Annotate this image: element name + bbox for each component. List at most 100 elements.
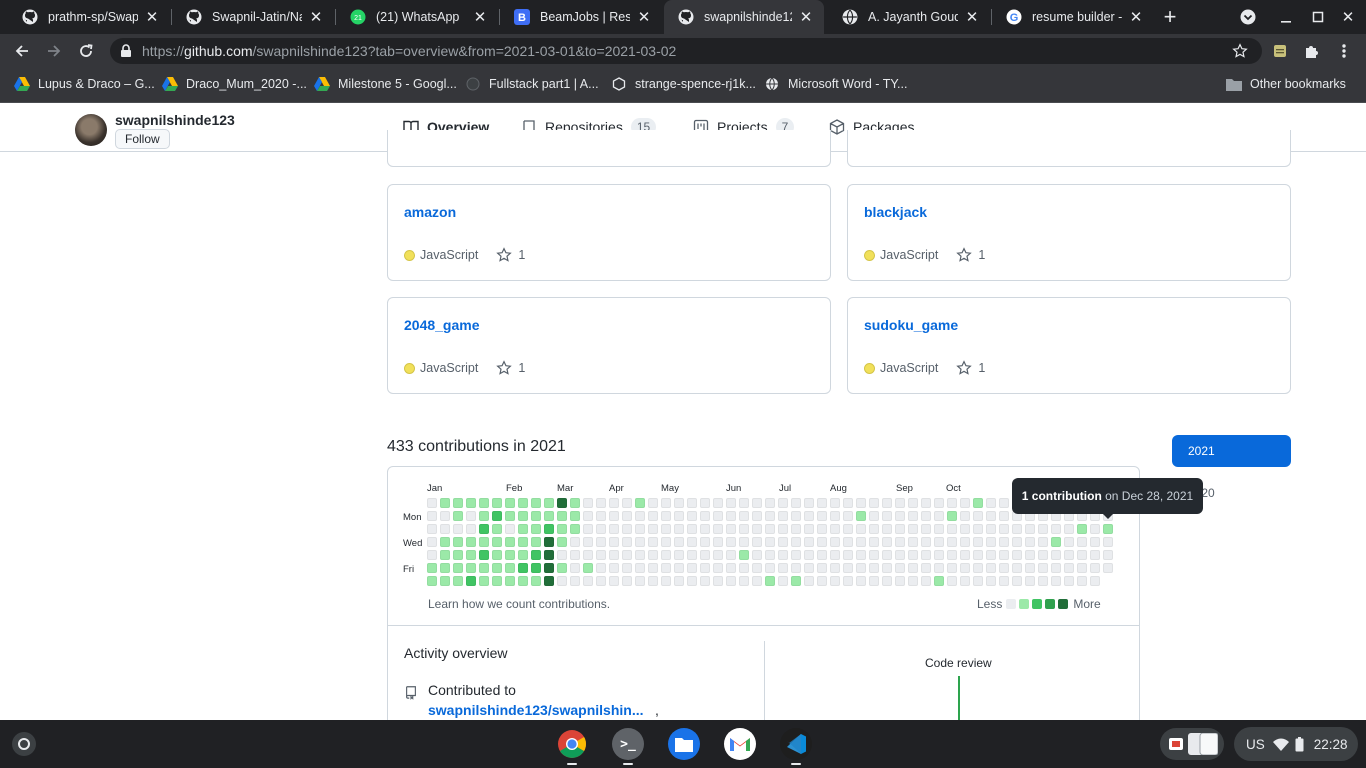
contribution-day[interactable] — [609, 498, 619, 508]
contribution-day[interactable] — [518, 550, 528, 560]
contribution-day[interactable] — [817, 537, 827, 547]
close-tab-icon[interactable]: ✕ — [636, 8, 652, 26]
contribution-day[interactable] — [648, 550, 658, 560]
contribution-day[interactable] — [1051, 563, 1061, 573]
contribution-day[interactable] — [947, 576, 957, 586]
contribution-day[interactable] — [1012, 576, 1022, 586]
lock-icon[interactable] — [114, 39, 138, 63]
contribution-day[interactable] — [713, 576, 723, 586]
contribution-day[interactable] — [869, 550, 879, 560]
contribution-day[interactable] — [986, 550, 996, 560]
contribution-day[interactable] — [622, 563, 632, 573]
contribution-day[interactable] — [830, 563, 840, 573]
contribution-day[interactable] — [622, 576, 632, 586]
contribution-day[interactable] — [1012, 563, 1022, 573]
contribution-day[interactable] — [1025, 576, 1035, 586]
contribution-day[interactable] — [921, 550, 931, 560]
bookmark-item[interactable]: strange-spence-rj1k... — [611, 76, 756, 92]
contribution-day[interactable] — [921, 524, 931, 534]
contribution-day[interactable] — [674, 498, 684, 508]
contribution-day[interactable] — [531, 498, 541, 508]
contribution-day[interactable] — [557, 537, 567, 547]
contribution-day[interactable] — [804, 563, 814, 573]
contribution-day[interactable] — [544, 576, 554, 586]
contribution-day[interactable] — [453, 524, 463, 534]
contribution-day[interactable] — [466, 498, 476, 508]
contribution-day[interactable] — [713, 511, 723, 521]
contribution-day[interactable] — [856, 498, 866, 508]
contribution-day[interactable] — [765, 576, 775, 586]
contribution-day[interactable] — [1025, 537, 1035, 547]
contribution-day[interactable] — [895, 576, 905, 586]
contribution-day[interactable] — [843, 550, 853, 560]
contribution-day[interactable] — [869, 576, 879, 586]
contribution-day[interactable] — [557, 511, 567, 521]
contribution-day[interactable] — [817, 563, 827, 573]
contribution-day[interactable] — [882, 511, 892, 521]
menu-kebab-icon[interactable] — [1332, 39, 1356, 63]
contribution-day[interactable] — [960, 550, 970, 560]
contribution-day[interactable] — [856, 576, 866, 586]
contribution-day[interactable] — [804, 524, 814, 534]
contribution-day[interactable] — [869, 511, 879, 521]
contribution-day[interactable] — [518, 576, 528, 586]
contribution-day[interactable] — [830, 550, 840, 560]
contribution-day[interactable] — [492, 563, 502, 573]
contribution-day[interactable] — [726, 576, 736, 586]
contribution-day[interactable] — [973, 498, 983, 508]
contribution-day[interactable] — [661, 511, 671, 521]
contribution-day[interactable] — [609, 511, 619, 521]
contribution-day[interactable] — [765, 498, 775, 508]
contribution-day[interactable] — [544, 563, 554, 573]
contribution-day[interactable] — [531, 576, 541, 586]
contribution-day[interactable] — [1103, 524, 1113, 534]
close-tab-icon[interactable]: ✕ — [798, 8, 814, 26]
extension-notes-icon[interactable] — [1268, 39, 1292, 63]
contribution-day[interactable] — [960, 563, 970, 573]
contribution-day[interactable] — [492, 576, 502, 586]
contribution-day[interactable] — [492, 498, 502, 508]
contribution-day[interactable] — [440, 576, 450, 586]
contribution-day[interactable] — [700, 576, 710, 586]
contribution-day[interactable] — [713, 550, 723, 560]
gmail-icon[interactable] — [724, 728, 756, 760]
contribution-day[interactable] — [752, 550, 762, 560]
tab-search-icon[interactable] — [1236, 5, 1260, 29]
contribution-day[interactable] — [778, 511, 788, 521]
contribution-day[interactable] — [1090, 563, 1100, 573]
contribution-day[interactable] — [856, 511, 866, 521]
new-tab-icon[interactable]: + — [1158, 4, 1182, 29]
contribution-day[interactable] — [661, 563, 671, 573]
contribution-day[interactable] — [973, 537, 983, 547]
contribution-day[interactable] — [804, 511, 814, 521]
contribution-day[interactable] — [583, 550, 593, 560]
contribution-day[interactable] — [583, 524, 593, 534]
star-icon[interactable] — [956, 247, 973, 263]
contribution-day[interactable] — [856, 550, 866, 560]
contribution-day[interactable] — [544, 550, 554, 560]
contribution-day[interactable] — [830, 498, 840, 508]
vscode-icon[interactable] — [780, 728, 812, 760]
star-count[interactable]: 1 — [518, 248, 525, 262]
contribution-day[interactable] — [999, 563, 1009, 573]
maximize-icon[interactable] — [1306, 5, 1330, 29]
contribution-day[interactable] — [882, 498, 892, 508]
contribution-day[interactable] — [973, 511, 983, 521]
contribution-day[interactable] — [440, 537, 450, 547]
contribution-day[interactable] — [817, 524, 827, 534]
contribution-day[interactable] — [466, 576, 476, 586]
contribution-day[interactable] — [778, 550, 788, 560]
contribution-day[interactable] — [557, 563, 567, 573]
reload-icon[interactable] — [74, 39, 98, 63]
contribution-day[interactable] — [674, 524, 684, 534]
contribution-day[interactable] — [635, 537, 645, 547]
contribution-day[interactable] — [804, 498, 814, 508]
close-window-icon[interactable]: ✕ — [1336, 5, 1360, 29]
contribution-day[interactable] — [908, 576, 918, 586]
contribution-day[interactable] — [830, 537, 840, 547]
browser-tab[interactable]: Gresume builder - G ✕ — [992, 0, 1154, 34]
contribution-day[interactable] — [687, 563, 697, 573]
contribution-day[interactable] — [726, 511, 736, 521]
contribution-day[interactable] — [973, 576, 983, 586]
contribution-day[interactable] — [739, 576, 749, 586]
